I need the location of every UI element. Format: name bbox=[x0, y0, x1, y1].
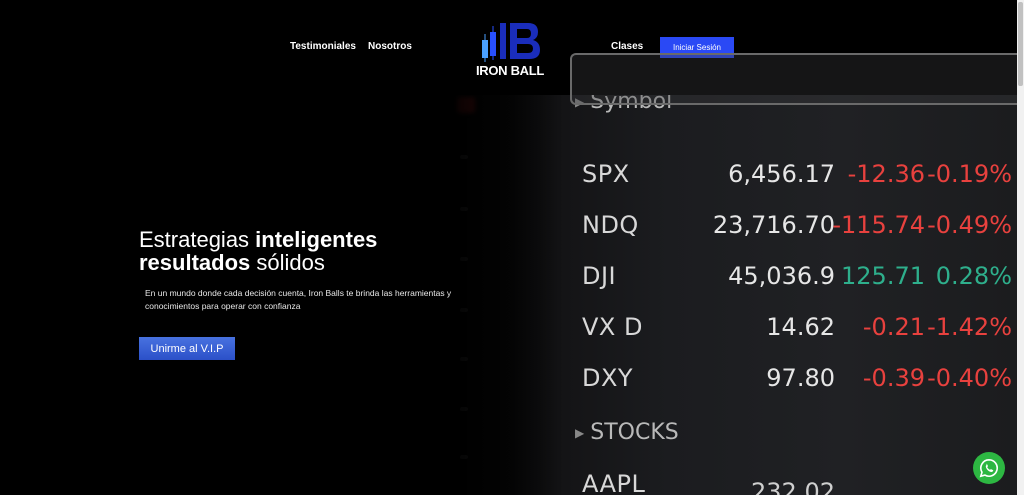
nav-testimoniales[interactable]: Testimoniales bbox=[290, 41, 356, 52]
nav-clases[interactable]: Clases bbox=[611, 41, 643, 52]
whatsapp-icon bbox=[979, 458, 998, 478]
ticker-change: -115.74 bbox=[832, 211, 925, 239]
headline-part: sólidos bbox=[250, 250, 325, 275]
ticker-symbol: DXY bbox=[582, 364, 634, 392]
join-vip-button[interactable]: Unirme al V.I.P bbox=[139, 337, 235, 360]
caret-right-icon: ▶ bbox=[575, 426, 585, 440]
ticker-row-spx: SPX 6,456.17 -12.36 -0.19% bbox=[582, 150, 1012, 200]
ticker-row-ndq: NDQ 23,716.70 -115.74 -0.49% bbox=[582, 201, 1012, 251]
ticker-price: 97.80 bbox=[766, 364, 835, 392]
ticker-symbol: AAPL bbox=[582, 470, 646, 495]
ticker-change: 125.71 bbox=[841, 262, 925, 290]
scrollbar-thumb[interactable] bbox=[1018, 2, 1023, 86]
ticker-row-dji: DJI 45,036.9 125.71 0.28% bbox=[582, 252, 1012, 302]
ticker-row-dxy: DXY 97.80 -0.39 -0.40% bbox=[582, 354, 1012, 404]
ticker-percent: -1.42% bbox=[927, 313, 1012, 341]
ticker-price: 45,036.9 bbox=[728, 262, 835, 290]
headline-part: Estrategias bbox=[139, 227, 256, 252]
headline-part: inteligentes bbox=[255, 227, 378, 252]
ticker-change: -0.39 bbox=[862, 364, 925, 392]
ticker-row-vxd: VX D 14.62 -0.21 -1.42% bbox=[582, 303, 1012, 353]
ticker-percent: 0.28% bbox=[935, 262, 1012, 290]
market-ticker-image: ▶ Symbol SPX 6,456.17 -12.36 -0.19% NDQ 2… bbox=[435, 95, 1017, 495]
hero-subtext: En un mundo donde cada decisión cuenta, … bbox=[145, 288, 452, 311]
ticker-row-aapl: AAPL 232.02 bbox=[582, 460, 1012, 495]
ticker-price: 14.62 bbox=[766, 313, 835, 341]
headline-part: resultados bbox=[139, 250, 251, 275]
page-scrollbar[interactable] bbox=[1017, 0, 1024, 495]
ticker-symbol: NDQ bbox=[582, 211, 639, 239]
nav-nosotros[interactable]: Nosotros bbox=[368, 41, 412, 52]
stocks-header: ▶ STOCKS bbox=[575, 420, 679, 445]
ticker-percent: -0.49% bbox=[927, 211, 1012, 239]
ticker-symbol: VX D bbox=[582, 313, 643, 341]
ticker-price: 6,456.17 bbox=[728, 160, 835, 188]
ticker-percent: -0.40% bbox=[927, 364, 1012, 392]
ticker-change: -0.21 bbox=[862, 313, 925, 341]
ticker-symbol: DJI bbox=[582, 262, 617, 290]
hero-headline: Estrategias inteligentes resultados sóli… bbox=[139, 228, 377, 274]
stocks-header-label: STOCKS bbox=[590, 420, 679, 445]
ticker-change: -12.36 bbox=[847, 160, 925, 188]
ticker-symbol: SPX bbox=[582, 160, 630, 188]
whatsapp-button[interactable] bbox=[973, 452, 1005, 484]
ticker-percent: -0.19% bbox=[927, 160, 1012, 188]
selected-row-highlight bbox=[570, 53, 1020, 105]
ticker-price: 232.02 bbox=[751, 478, 835, 495]
ticker-price: 23,716.70 bbox=[712, 211, 835, 239]
logo-text: IRON BALL bbox=[475, 63, 545, 78]
